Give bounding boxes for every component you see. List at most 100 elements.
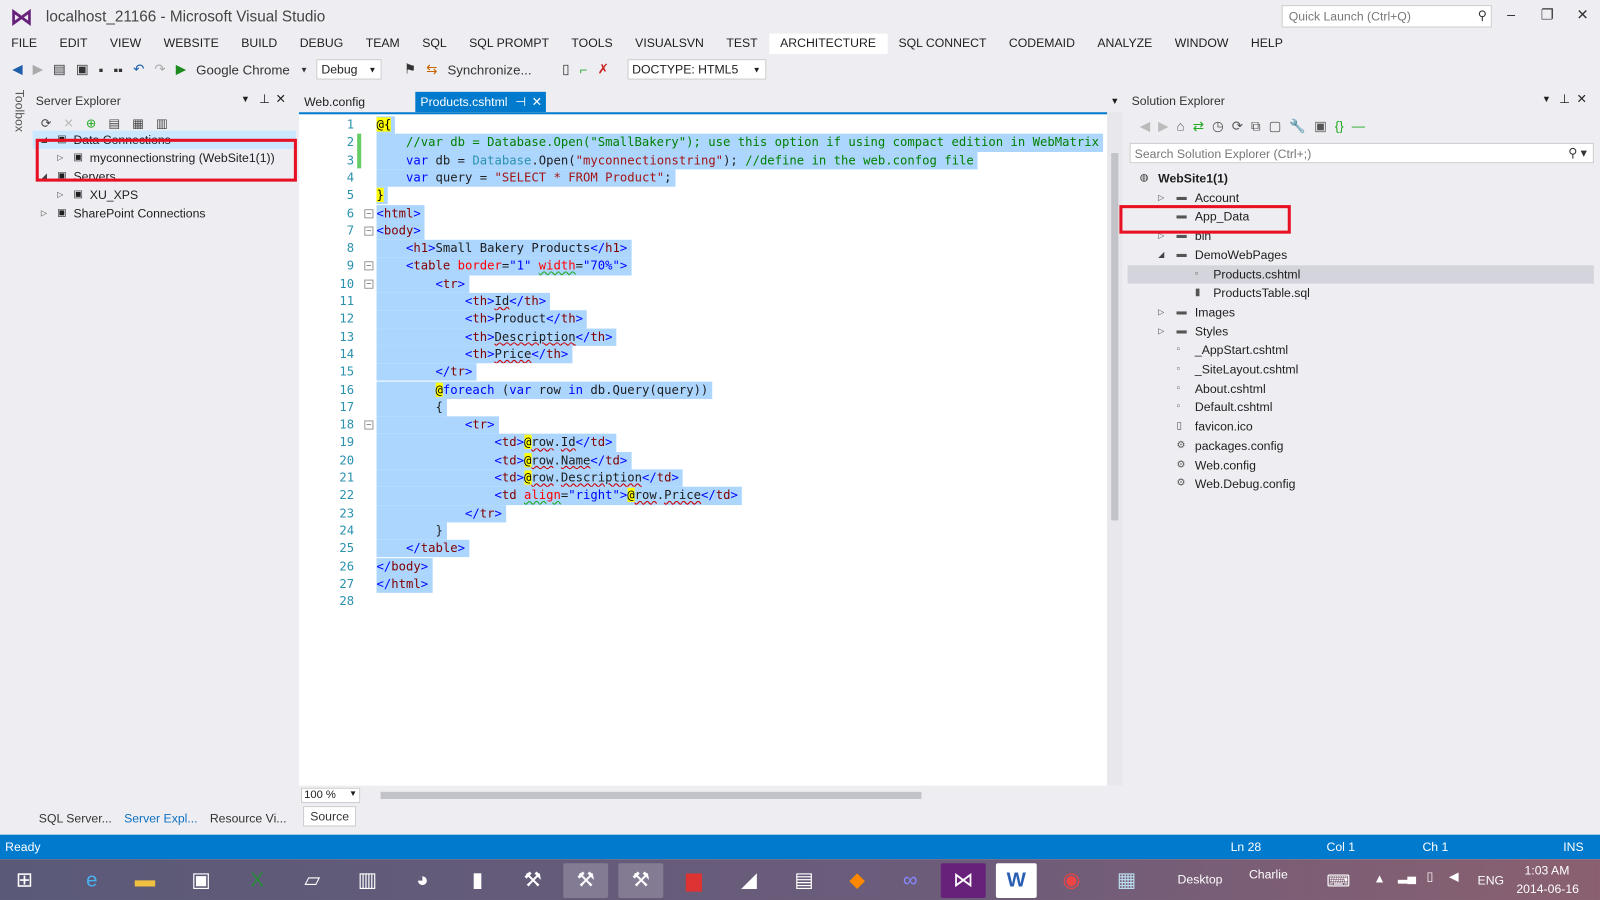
code-line[interactable]: 15 </tr> xyxy=(299,363,1107,382)
show-all-files-icon[interactable]: ▢ xyxy=(1269,118,1282,134)
close-tab-icon[interactable]: ✕ xyxy=(532,95,542,109)
clock-time[interactable]: 1:03 AM xyxy=(1524,863,1569,877)
code-line[interactable]: 24 } xyxy=(299,522,1107,540)
code-line[interactable]: 18 <tr> xyxy=(299,416,1107,435)
tools-icon[interactable]: ⚒ xyxy=(618,863,664,898)
document-icon[interactable]: ▯ xyxy=(560,61,571,77)
tray-expand-icon[interactable]: ▲ xyxy=(1373,871,1385,885)
code-line[interactable]: 22 <td align="right">@row.Price</td> xyxy=(299,487,1107,505)
code-line[interactable]: 27 </html> xyxy=(299,575,1107,593)
synchronize-button[interactable]: Synchronize... xyxy=(445,62,533,77)
forward-icon[interactable]: ▶ xyxy=(1158,118,1168,134)
collapsed-arrow-icon[interactable]: ▷ xyxy=(41,204,47,222)
scroll-thumb[interactable] xyxy=(1111,153,1119,521)
undo-icon[interactable]: ↶ xyxy=(131,61,146,77)
fold-toggle-icon[interactable]: − xyxy=(364,420,374,430)
code-line[interactable]: 26 </body> xyxy=(299,557,1107,576)
close-window-button[interactable]: ✕ xyxy=(1577,6,1589,23)
code-line[interactable]: 23 </tr> xyxy=(299,504,1107,523)
connect-server-icon[interactable]: ▤ xyxy=(108,116,120,130)
fold-toggle-icon[interactable]: − xyxy=(364,279,374,289)
redo-icon[interactable]: ↷ xyxy=(152,61,167,77)
file-explorer-icon[interactable]: ▬ xyxy=(122,863,167,898)
language-indicator[interactable]: ENG xyxy=(1478,873,1505,887)
clock-date[interactable]: 2014-06-16 xyxy=(1516,882,1579,896)
menu-file[interactable]: FILE xyxy=(0,34,48,54)
panel-tab[interactable]: Server Expl... xyxy=(118,809,204,827)
excel-icon[interactable]: X xyxy=(235,863,280,898)
horizontal-scrollbar[interactable]: 100 % ▼ xyxy=(298,785,1108,805)
keyboard-icon[interactable]: ⌨ xyxy=(1327,871,1351,891)
code-line[interactable]: 8 <h1>Small Bakery Products</h1> xyxy=(299,239,1107,258)
start-debug-icon[interactable]: ▶ xyxy=(174,61,188,77)
new-project-icon[interactable]: ▤ xyxy=(51,61,68,77)
app-icon[interactable]: ▥ xyxy=(345,863,390,898)
tab-products-cshtml[interactable]: Products.cshtml ⊣ ✕ xyxy=(415,91,546,113)
collapsed-arrow-icon[interactable]: ▷ xyxy=(1158,188,1164,206)
internet-explorer-icon[interactable]: e xyxy=(69,863,114,898)
tree-node[interactable]: ▫ Products.cshtml xyxy=(1127,264,1594,284)
word-icon[interactable]: W xyxy=(995,863,1037,898)
browser-selector[interactable]: Google Chrome xyxy=(194,62,292,77)
app-icon[interactable]: ◆ xyxy=(835,863,880,898)
dropdown-icon[interactable]: ▼ xyxy=(1542,94,1551,104)
open-file-icon[interactable]: ▣ xyxy=(74,61,91,77)
connect-database-icon[interactable]: ⊕ xyxy=(86,116,96,130)
configuration-select[interactable]: Debug ▼ xyxy=(316,59,382,80)
tree-node[interactable]: ▯ favicon.ico xyxy=(1128,417,1594,435)
delete-icon[interactable]: ✕ xyxy=(63,116,73,130)
paint-icon[interactable]: ◕ xyxy=(400,863,445,898)
preview-icon[interactable]: ▣ xyxy=(1314,118,1327,134)
back-icon[interactable]: ◀ xyxy=(10,61,24,77)
menu-test[interactable]: TEST xyxy=(715,34,769,54)
tree-node[interactable]: ⚙ packages.config xyxy=(1128,437,1594,455)
collapsed-arrow-icon[interactable]: ▷ xyxy=(1158,322,1164,340)
menu-website[interactable]: WEBSITE xyxy=(152,34,230,54)
quick-launch-input[interactable]: Quick Launch (Ctrl+Q) ⚲ xyxy=(1281,5,1492,28)
close-icon[interactable]: ✕ xyxy=(1577,92,1587,106)
menu-team[interactable]: TEAM xyxy=(354,34,410,54)
home-icon[interactable]: ⌂ xyxy=(1177,118,1185,134)
command-prompt-icon[interactable]: ▮ xyxy=(455,863,500,898)
menu-architecture[interactable]: ARCHITECTURE xyxy=(768,33,888,55)
properties-icon[interactable]: ▥ xyxy=(156,116,168,130)
panel-tab[interactable]: Resource Vi... xyxy=(204,809,293,827)
collapsed-arrow-icon[interactable]: ▷ xyxy=(57,186,63,204)
add-comment-icon[interactable]: ⌐ xyxy=(578,62,590,77)
fold-toggle-icon[interactable]: − xyxy=(364,261,374,271)
tree-node[interactable]: ▫ _AppStart.cshtml xyxy=(1128,341,1594,359)
tools-icon[interactable]: ⚒ xyxy=(563,863,609,898)
refresh-icon[interactable]: ⟳ xyxy=(1232,118,1243,134)
menu-tools[interactable]: TOOLS xyxy=(560,34,624,54)
code-line[interactable]: 3 var db = Database.Open("myconnectionst… xyxy=(299,151,1107,170)
code-line[interactable]: 9 <table border="1" width="70%"> xyxy=(299,257,1107,276)
collapsed-arrow-icon[interactable]: ▷ xyxy=(1158,303,1164,321)
menu-build[interactable]: BUILD xyxy=(230,34,289,54)
menu-codemaid[interactable]: CODEMAID xyxy=(998,34,1086,54)
code-line[interactable]: 13 <th>Description</th> xyxy=(299,328,1107,346)
desktop-toolbar[interactable]: Desktop xyxy=(1178,872,1223,886)
refresh-icon[interactable]: ⟳ xyxy=(41,116,51,130)
code-line[interactable]: 25 </table> xyxy=(299,539,1107,558)
tab-web-config[interactable]: Web.config xyxy=(299,92,370,112)
code-area[interactable]: 1 @{2 //var db = Database.Open("SmallBake… xyxy=(298,112,1108,786)
code-line[interactable]: 1 @{ xyxy=(299,116,1107,134)
code-line[interactable]: 17 { xyxy=(299,398,1107,417)
toolbox-tab[interactable]: Toolbox xyxy=(8,90,26,141)
pin-icon[interactable]: ⊥ xyxy=(259,92,270,106)
menu-debug[interactable]: DEBUG xyxy=(288,34,354,54)
scroll-thumb[interactable] xyxy=(380,791,922,799)
code-line[interactable]: 2 //var db = Database.Open("SmallBakery"… xyxy=(299,133,1107,152)
find-icon[interactable]: ⚑ xyxy=(402,61,418,77)
remove-comment-icon[interactable]: ✗ xyxy=(596,61,611,77)
history-icon[interactable]: ◷ xyxy=(1212,118,1224,134)
menu-sql-prompt[interactable]: SQL PROMPT xyxy=(458,34,560,54)
menu-visualsvn[interactable]: VISUALSVN xyxy=(624,34,715,54)
doctype-select[interactable]: DOCTYPE: HTML5 ▼ xyxy=(627,59,766,80)
zoom-select[interactable]: 100 % ▼ xyxy=(301,787,361,804)
panel-tab[interactable]: SQL Server... xyxy=(33,809,118,827)
visual-studio-icon[interactable]: ⋈ xyxy=(940,863,986,898)
pin-icon[interactable]: ⊣ xyxy=(515,95,526,109)
tree-node[interactable]: ◢ ▬ DemoWebPages xyxy=(1128,246,1594,264)
code-icon[interactable]: {} xyxy=(1335,118,1344,134)
